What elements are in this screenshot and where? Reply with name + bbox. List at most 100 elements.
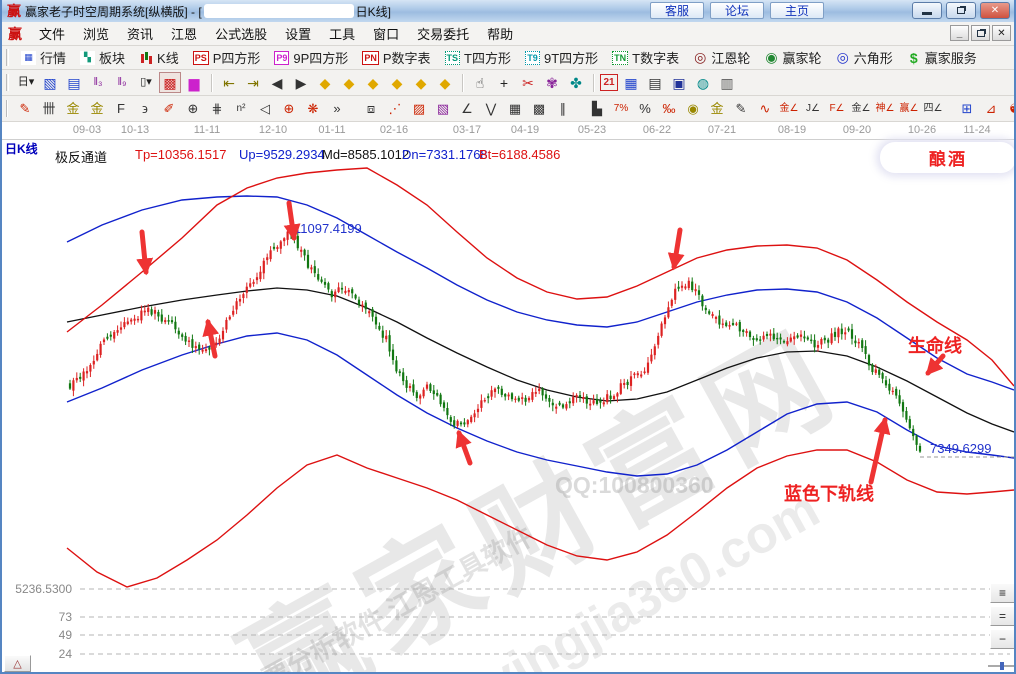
parallel-lines-tool[interactable]: ∥	[552, 98, 574, 119]
cut-measure-button[interactable]: ✂	[517, 72, 539, 93]
first-page-button[interactable]: ⇤	[218, 72, 240, 93]
target-cross-tool[interactable]: ⊕	[278, 98, 300, 119]
toolbar-grip[interactable]	[6, 49, 9, 65]
menu-窗口[interactable]: 窗口	[364, 21, 408, 46]
candle-style-dropdown[interactable]: ▯▾	[135, 72, 157, 93]
scale-dense-button[interactable]: ≡	[990, 583, 1015, 603]
mdi-close-button[interactable]: ✕	[992, 25, 1011, 41]
diamond-shift-right-button[interactable]: ◆	[338, 72, 360, 93]
export-web-button[interactable]: ◍	[692, 72, 714, 93]
save-button[interactable]: ▣	[668, 72, 690, 93]
grid-cross-button[interactable]: ⊞	[956, 98, 978, 119]
diamond-shift-left-button[interactable]: ◆	[314, 72, 336, 93]
diamond-center-button[interactable]: ◆	[410, 72, 432, 93]
menu-公式选股[interactable]: 公式选股	[206, 21, 276, 46]
close-button[interactable]: ✕	[980, 2, 1010, 19]
calendar-button[interactable]: 21	[600, 74, 618, 91]
dense-grid-tool[interactable]: ▩	[528, 98, 550, 119]
t9-square-button[interactable]: T99T四方形	[518, 46, 605, 69]
menu-设置[interactable]: 设置	[276, 21, 320, 46]
grid-box-tool[interactable]: ▦	[504, 98, 526, 119]
square-numbers-tool[interactable]: n²	[230, 98, 252, 119]
quotes-button[interactable]: ▦行情	[14, 46, 73, 69]
gann-box-tool[interactable]: ▧	[432, 98, 454, 119]
marker-tool[interactable]: ✐	[158, 98, 180, 119]
report-button[interactable]: ▤	[644, 72, 666, 93]
info-window-button[interactable]: ▤	[63, 72, 85, 93]
slider-handle[interactable]	[1000, 662, 1004, 670]
hexagon-button[interactable]: ◎六角形	[829, 46, 900, 69]
menu-帮助[interactable]: 帮助	[478, 21, 522, 46]
mdi-minimize-button[interactable]: _	[950, 25, 969, 41]
gold-circle-tool[interactable]: ◉	[682, 98, 704, 119]
ray-fan-tool[interactable]: ⋰	[384, 98, 406, 119]
kline-chart-svg[interactable]: 5236.530073492411097.41997349.6299生命线蓝色下…	[2, 140, 1016, 674]
bars-3-button[interactable]: ‖₃	[87, 72, 109, 93]
kline-period-dropdown[interactable]: 日▾	[15, 72, 37, 93]
winner-service-button[interactable]: $赢家服务	[900, 46, 984, 69]
zigzag-tool[interactable]: ⋁	[480, 98, 502, 119]
t-number-table-button[interactable]: TNT数字表	[605, 46, 686, 69]
shen-angle-tool[interactable]: 神∠	[874, 98, 896, 119]
yinyang-button[interactable]: ☯	[1004, 98, 1016, 119]
menu-工具[interactable]: 工具	[320, 21, 364, 46]
volume-histogram-button[interactable]: ▆	[183, 72, 205, 93]
menu-资讯[interactable]: 资讯	[118, 21, 162, 46]
toolbar-grip[interactable]	[6, 100, 8, 118]
box-select-tool[interactable]: ⧈	[360, 98, 382, 119]
win-angle-tool[interactable]: 赢∠	[898, 98, 920, 119]
hand-tool-button[interactable]: ☝	[469, 72, 491, 93]
percent-tool[interactable]: %	[634, 98, 656, 119]
p-square-button[interactable]: PSP四方形	[186, 46, 268, 69]
menu-文件[interactable]: 文件	[30, 21, 74, 46]
gann-lines-tool[interactable]: 卌	[38, 98, 60, 119]
ruler-lines-tool[interactable]: ⋕	[206, 98, 228, 119]
gold-lines2-tool[interactable]: 金	[86, 98, 108, 119]
kline-button[interactable]: K线	[132, 46, 186, 69]
print-button[interactable]: ▥	[716, 72, 738, 93]
horizontal-zoom-slider[interactable]	[988, 662, 1016, 670]
mdi-restore-button[interactable]	[971, 25, 990, 41]
homepage-button[interactable]: 主页	[770, 2, 824, 19]
fibonacci-tool[interactable]: F	[110, 98, 132, 119]
diamond-expand-button[interactable]: ◆	[362, 72, 384, 93]
scale-medium-button[interactable]: =	[990, 606, 1015, 626]
p9-square-button[interactable]: P99P四方形	[267, 46, 355, 69]
pattern-mark-button[interactable]: ▩	[159, 72, 181, 93]
prev-page-button[interactable]: ◀	[266, 72, 288, 93]
circle-cross-tool[interactable]: ⊕	[182, 98, 204, 119]
permille-tool[interactable]: ‰	[658, 98, 680, 119]
chart-area[interactable]: 赢家财富网 www.yingjia360.com 赢家江恩软件——股票分析软件 …	[2, 140, 1016, 674]
p-number-table-button[interactable]: PNP数字表	[355, 46, 437, 69]
spiral-tool[interactable]: ϶	[134, 98, 156, 119]
wave-tool[interactable]: ∿	[754, 98, 776, 119]
four-angle-tool[interactable]: 四∠	[922, 98, 944, 119]
menu-浏览[interactable]: 浏览	[74, 21, 118, 46]
gold-level-tool[interactable]: 金	[706, 98, 728, 119]
angle-flag-tool[interactable]: ◁	[254, 98, 276, 119]
gann-wheel-button[interactable]: ◎江恩轮	[686, 46, 757, 69]
gold-angle-tool[interactable]: 金∠	[778, 98, 800, 119]
menu-江恩[interactable]: 江恩	[162, 21, 206, 46]
percent-7-tool[interactable]: 7%	[610, 98, 632, 119]
angle-line-tool[interactable]: ∠	[456, 98, 478, 119]
pattern-window-button[interactable]: ▧	[39, 72, 61, 93]
bars-9-button[interactable]: ‖₉	[111, 72, 133, 93]
j-angle-tool[interactable]: J∠	[802, 98, 824, 119]
restore-button[interactable]	[946, 2, 976, 19]
toolbar-grip[interactable]	[6, 74, 9, 92]
menu-交易委托[interactable]: 交易委托	[408, 21, 478, 46]
forum-button[interactable]: 论坛	[710, 2, 764, 19]
diamond-compress-button[interactable]: ◆	[386, 72, 408, 93]
calculator-button[interactable]: ▦	[620, 72, 642, 93]
gold-lines-tool[interactable]: 金	[62, 98, 84, 119]
crosshair-button[interactable]: +	[493, 72, 515, 93]
gold-angle2-tool[interactable]: 金∠	[850, 98, 872, 119]
scale-single-button[interactable]: −	[990, 629, 1015, 649]
more-tools-button[interactable]: »	[326, 98, 348, 119]
note-tool[interactable]: ✎	[730, 98, 752, 119]
knot-tool-button[interactable]: ✾	[541, 72, 563, 93]
leaf-tool-button[interactable]: ✤	[565, 72, 587, 93]
minimize-button[interactable]	[912, 2, 942, 19]
next-page-button[interactable]: ▶	[290, 72, 312, 93]
